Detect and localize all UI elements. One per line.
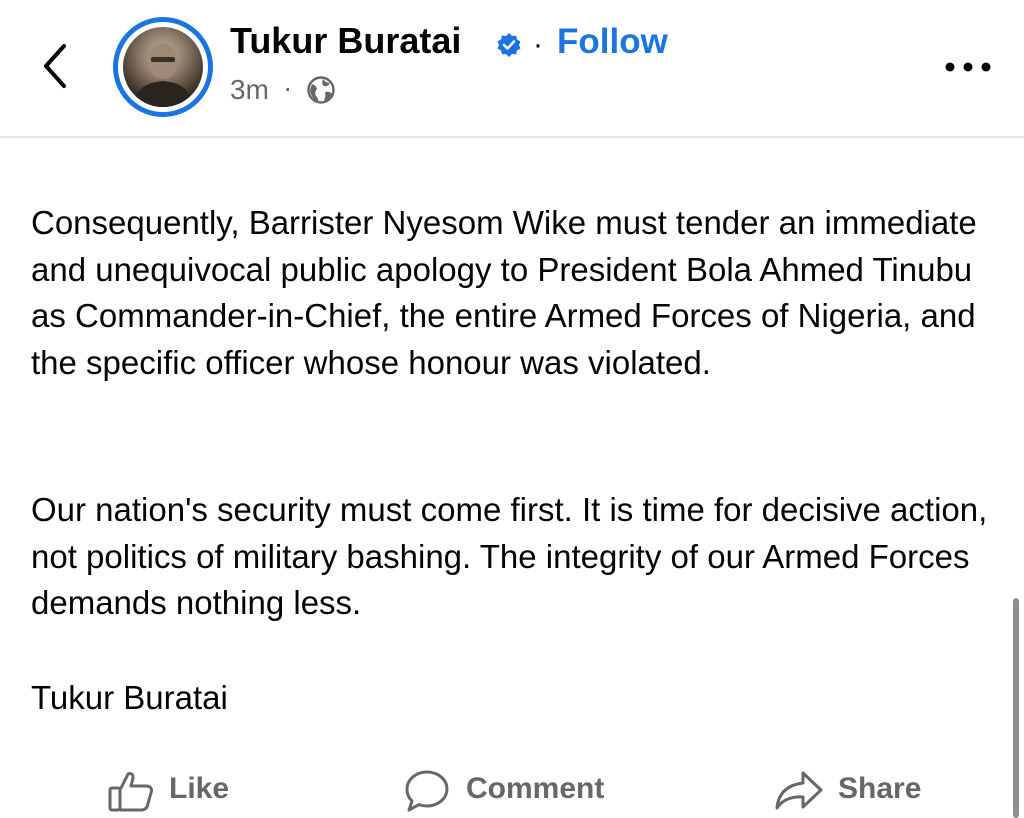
- verified-badge-icon: [497, 33, 521, 57]
- author-name[interactable]: Tukur Buratai: [230, 20, 461, 62]
- comment-button[interactable]: Comment: [403, 766, 633, 816]
- globe-icon: [307, 76, 335, 104]
- comment-label: Comment: [466, 772, 605, 805]
- back-button[interactable]: [36, 40, 76, 92]
- scrollbar[interactable]: [1013, 598, 1019, 818]
- timestamp-separator: ·: [283, 72, 293, 103]
- more-horizontal-icon[interactable]: [944, 57, 992, 77]
- post-header: Tukur Buratai · Follow 3m ·: [0, 0, 1024, 138]
- post-paragraph: Consequently, Barrister Nyesom Wike must…: [31, 204, 977, 381]
- post-paragraph: Our nation's security must come first. I…: [31, 491, 988, 621]
- share-arrow-icon: [775, 771, 823, 810]
- avatar[interactable]: [113, 17, 213, 117]
- like-button[interactable]: Like: [107, 766, 247, 816]
- chevron-left-icon: [44, 44, 66, 88]
- share-label: Share: [838, 772, 922, 805]
- separator-dot: ·: [533, 28, 543, 61]
- profile-photo: [123, 27, 203, 107]
- share-button[interactable]: Share: [773, 766, 943, 816]
- like-label: Like: [169, 772, 230, 805]
- follow-button[interactable]: Follow: [557, 22, 668, 62]
- post-signature: Tukur Buratai: [31, 679, 228, 716]
- post-timestamp[interactable]: 3m: [230, 74, 269, 106]
- comment-bubble-icon: [405, 770, 449, 812]
- thumbs-up-icon: [108, 772, 153, 812]
